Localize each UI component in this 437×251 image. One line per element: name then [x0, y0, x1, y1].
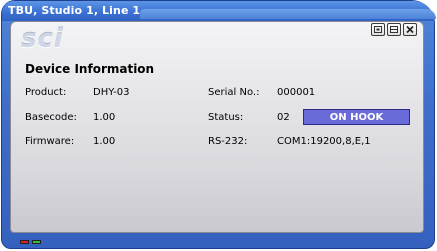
firmware-value: 1.00	[93, 136, 116, 147]
serial-value: 000001	[277, 87, 316, 98]
status-bar	[2, 235, 434, 249]
device-info-panel: sci Device Information Product: DHY-03 B…	[10, 21, 424, 233]
basecode-value: 1.00	[93, 112, 116, 123]
red-led-icon	[20, 240, 29, 244]
window-controls	[371, 23, 417, 36]
status-code: 02	[277, 112, 290, 123]
status-badge: ON HOOK	[303, 109, 410, 125]
serial-label: Serial No.:	[208, 87, 260, 98]
section-title: Device Information	[25, 62, 155, 76]
minimize-icon	[390, 26, 398, 33]
sci-logo: sci	[21, 24, 64, 54]
title-bar[interactable]: TBU, Studio 1, Line 1	[2, 1, 436, 21]
firmware-label: Firmware:	[25, 136, 75, 147]
minimize-button[interactable]	[387, 23, 401, 36]
close-button[interactable]	[403, 23, 417, 36]
window-title: TBU, Studio 1, Line 1	[8, 4, 141, 17]
title-bar-tab	[140, 9, 436, 19]
basecode-label: Basecode:	[25, 112, 77, 123]
product-value: DHY-03	[93, 87, 130, 98]
restore-icon	[374, 26, 382, 33]
restore-button[interactable]	[371, 23, 385, 36]
rs232-label: RS-232:	[208, 136, 248, 147]
app-window: TBU, Studio 1, Line 1 sci Device Informa…	[1, 0, 436, 249]
green-led-icon	[32, 240, 41, 244]
rs232-value: COM1:19200,8,E,1	[277, 136, 371, 147]
status-label: Status:	[208, 112, 244, 123]
product-label: Product:	[25, 87, 67, 98]
close-icon	[406, 25, 414, 34]
